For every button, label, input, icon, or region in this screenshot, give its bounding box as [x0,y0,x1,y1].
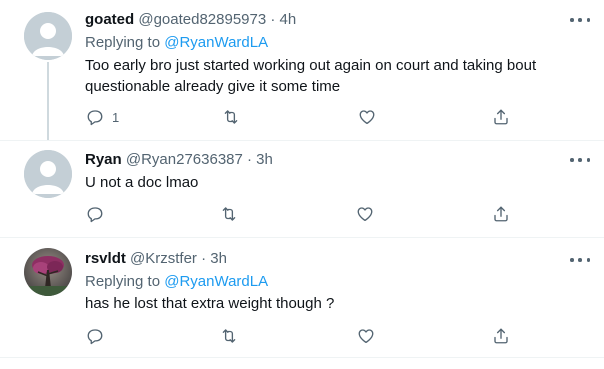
heart-icon [358,329,374,344]
share-icon [494,206,508,222]
replying-to-label: Replying to [85,34,161,51]
tweet-timestamp[interactable]: · 4h [270,11,296,28]
reply-button[interactable] [86,326,112,346]
tree-avatar-photo[interactable] [24,248,72,296]
retweet-icon [222,329,236,343]
tweet-timestamp[interactable]: · 3h [247,151,273,168]
default-avatar-icon[interactable] [24,150,72,198]
thread-connector-line [47,62,49,140]
tweet-text-line: Too early bro just started working out a… [85,57,537,74]
share-icon [494,109,508,125]
tweet-text: Too early bro just started working out a… [85,55,565,97]
tweet-rsvldt[interactable]: rsvldt @Krzstfer · 3h Replying to @RyanW… [0,238,604,356]
reply-icon [87,110,103,126]
reply-count: 1 [112,109,120,125]
tweet-text-line: questionable already give it some time [85,78,341,95]
like-button[interactable] [356,204,374,224]
author-handle[interactable]: @Krzstfer [130,250,197,267]
tweet-text-line: has he lost that extra weight though ? [85,295,335,312]
replying-to-mention-link[interactable]: @RyanWardLA [164,34,268,51]
tweet-text-line: U not a doc lmao [85,174,199,191]
heart-icon [357,207,373,222]
tweet-ryan[interactable]: Ryan @Ryan27636387 · 3h U not a doc lmao [0,141,604,237]
tweet-text: U not a doc lmao [85,172,565,193]
retweet-button[interactable] [219,204,239,224]
replying-to-mention-link[interactable]: @RyanWardLA [164,273,268,290]
share-button[interactable] [492,326,510,346]
share-icon [494,328,508,344]
tweet-goated[interactable]: goated @goated82895973 · 4h Replying to … [0,0,604,140]
replying-to-label: Replying to [85,273,161,290]
replying-to: Replying to @RyanWardLA [85,272,268,292]
author-handle[interactable]: @Ryan27636387 [126,151,243,168]
author-handle[interactable]: @goated82895973 [138,11,266,28]
like-button[interactable] [358,107,376,127]
replying-to: Replying to @RyanWardLA [85,33,268,53]
more-options-icon[interactable] [570,254,590,266]
default-avatar-icon[interactable] [24,12,72,60]
share-button[interactable] [492,107,510,127]
reply-icon [87,329,103,345]
retweet-icon [224,110,238,124]
share-button[interactable] [492,204,510,224]
retweet-icon [222,207,236,221]
heart-icon [359,110,375,125]
like-button[interactable] [357,326,375,346]
tweet-timestamp[interactable]: · 3h [201,250,227,267]
retweet-button[interactable] [219,326,239,346]
author-name[interactable]: rsvldt [85,250,126,267]
more-options-icon[interactable] [570,154,590,166]
reply-icon [87,207,103,223]
more-options-icon[interactable] [570,14,590,26]
reply-button[interactable]: 1 [86,107,119,127]
tweet-text: has he lost that extra weight though ? [85,293,565,314]
reply-button[interactable] [86,204,112,224]
author-name[interactable]: goated [85,11,134,28]
author-name[interactable]: Ryan [85,151,122,168]
retweet-button[interactable] [221,107,241,127]
divider [0,357,604,358]
